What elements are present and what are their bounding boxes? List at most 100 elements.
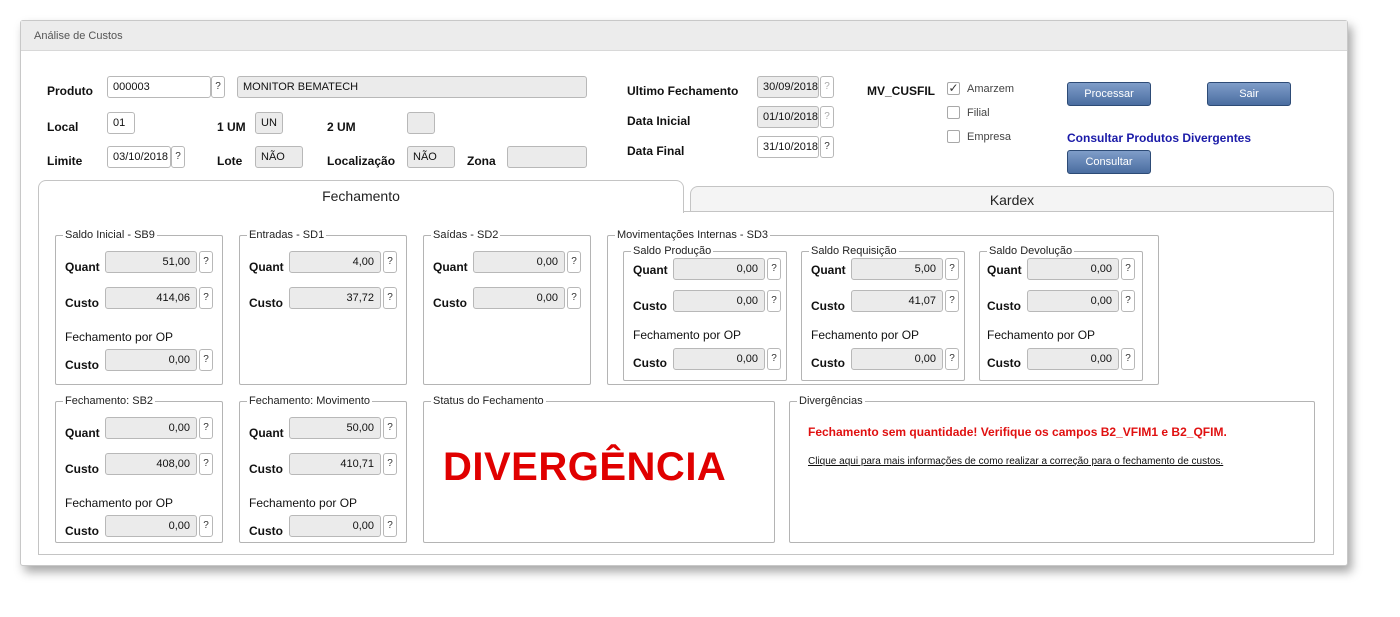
- custo-label: Custo: [811, 356, 845, 370]
- lote-label: Lote: [217, 154, 243, 168]
- fechamento-op-label: Fechamento por OP: [633, 328, 742, 342]
- quant-label: Quant: [249, 426, 284, 440]
- custo-label: Custo: [65, 524, 99, 538]
- saldo-inicial-custo-op-help[interactable]: ?: [199, 349, 213, 371]
- saidas-quant-help[interactable]: ?: [567, 251, 581, 273]
- devolucao-quant-help[interactable]: ?: [1121, 258, 1135, 280]
- devolucao-custo-help[interactable]: ?: [1121, 290, 1135, 312]
- fechamento-op-label: Fechamento por OP: [65, 330, 174, 344]
- local-label: Local: [47, 120, 79, 134]
- fechamento-op-label: Fechamento por OP: [249, 496, 358, 510]
- custo-label: Custo: [987, 299, 1021, 313]
- data-final-lookup-button[interactable]: ?: [820, 136, 834, 158]
- limite-field[interactable]: 03/10/2018: [107, 146, 171, 168]
- quant-label: Quant: [433, 260, 468, 274]
- custo-label: Custo: [633, 299, 667, 313]
- requisicao-custo-op-help[interactable]: ?: [945, 348, 959, 370]
- sair-button[interactable]: Sair: [1207, 82, 1291, 106]
- filial-checkbox[interactable]: [947, 106, 960, 119]
- fechamento-movimento-title: Fechamento: Movimento: [247, 395, 373, 407]
- localizacao-label: Localização: [327, 154, 396, 168]
- data-inicial-label: Data Inicial: [627, 114, 691, 128]
- fechamento-op-label: Fechamento por OP: [987, 328, 1096, 342]
- quant-label: Quant: [65, 260, 100, 274]
- saldo-producao-title: Saldo Produção: [631, 245, 714, 257]
- entradas-title: Entradas - SD1: [247, 229, 327, 241]
- movimento-custo-help[interactable]: ?: [383, 453, 397, 475]
- entradas-custo-help[interactable]: ?: [383, 287, 397, 309]
- saldo-producao-group: Saldo Produção Quant 0,00 ? Custo 0,00 ?…: [623, 245, 787, 381]
- consultar-button[interactable]: Consultar: [1067, 150, 1151, 174]
- localizacao-field: NÃO: [407, 146, 455, 168]
- ultimo-fechamento-lookup-button[interactable]: ?: [820, 76, 834, 98]
- devolucao-custo-op-help[interactable]: ?: [1121, 348, 1135, 370]
- entradas-quant-help[interactable]: ?: [383, 251, 397, 273]
- saldo-inicial-custo-help[interactable]: ?: [199, 287, 213, 309]
- entradas-custo-field: 37,72: [289, 287, 381, 309]
- processar-button[interactable]: Processar: [1067, 82, 1151, 106]
- saldo-requisicao-group: Saldo Requisição Quant 5,00 ? Custo 41,0…: [801, 245, 965, 381]
- empresa-checkbox[interactable]: [947, 130, 960, 143]
- um1-field: UN: [255, 112, 283, 134]
- custo-label: Custo: [633, 356, 667, 370]
- produto-label: Produto: [47, 84, 93, 98]
- um2-field: [407, 112, 435, 134]
- amarzem-checkbox[interactable]: ✓: [947, 82, 960, 95]
- saldo-inicial-custo-field: 414,06: [105, 287, 197, 309]
- zona-field: [507, 146, 587, 168]
- saldo-inicial-quant-help[interactable]: ?: [199, 251, 213, 273]
- producao-custo-op-help[interactable]: ?: [767, 348, 781, 370]
- zona-label: Zona: [467, 154, 496, 168]
- producao-custo-help[interactable]: ?: [767, 290, 781, 312]
- quant-label: Quant: [65, 426, 100, 440]
- movimento-quant-field: 50,00: [289, 417, 381, 439]
- saidas-custo-help[interactable]: ?: [567, 287, 581, 309]
- ultimo-fechamento-field: 30/09/2018: [757, 76, 819, 98]
- data-inicial-field: 01/10/2018: [757, 106, 819, 128]
- saldo-inicial-title: Saldo Inicial - SB9: [63, 229, 157, 241]
- tab-kardex[interactable]: Kardex: [690, 186, 1334, 212]
- requisicao-custo-field: 41,07: [851, 290, 943, 312]
- local-field[interactable]: 01: [107, 112, 135, 134]
- requisicao-custo-help[interactable]: ?: [945, 290, 959, 312]
- correction-help-link[interactable]: Clique aqui para mais informações de com…: [808, 456, 1223, 467]
- requisicao-quant-field: 5,00: [851, 258, 943, 280]
- produto-lookup-button[interactable]: ?: [211, 76, 225, 98]
- fechamento-sb2-group: Fechamento: SB2 Quant 0,00 ? Custo 408,0…: [55, 395, 223, 543]
- sb2-custo-op-help[interactable]: ?: [199, 515, 213, 537]
- quant-label: Quant: [811, 263, 846, 277]
- entradas-group: Entradas - SD1 Quant 4,00 ? Custo 37,72 …: [239, 229, 407, 385]
- produto-description-field: MONITOR BEMATECH: [237, 76, 587, 98]
- sb2-custo-field: 408,00: [105, 453, 197, 475]
- um1-label: 1 UM: [217, 120, 246, 134]
- tab-fechamento[interactable]: Fechamento: [38, 180, 684, 213]
- entradas-quant-field: 4,00: [289, 251, 381, 273]
- movimento-quant-help[interactable]: ?: [383, 417, 397, 439]
- sb2-custo-help[interactable]: ?: [199, 453, 213, 475]
- data-final-label: Data Final: [627, 144, 685, 158]
- custo-label: Custo: [65, 296, 99, 310]
- custo-label: Custo: [987, 356, 1021, 370]
- producao-quant-field: 0,00: [673, 258, 765, 280]
- um2-label: 2 UM: [327, 120, 356, 134]
- fechamento-sb2-title: Fechamento: SB2: [63, 395, 156, 407]
- movimento-custo-op-help[interactable]: ?: [383, 515, 397, 537]
- producao-quant-help[interactable]: ?: [767, 258, 781, 280]
- fechamento-movimento-group: Fechamento: Movimento Quant 50,00 ? Cust…: [239, 395, 407, 543]
- window-title: Análise de Custos: [21, 21, 1347, 51]
- saldo-inicial-group: Saldo Inicial - SB9 Quant 51,00 ? Custo …: [55, 229, 223, 385]
- devolucao-quant-field: 0,00: [1027, 258, 1119, 280]
- limite-lookup-button[interactable]: ?: [171, 146, 185, 168]
- fechamento-panel: Saldo Inicial - SB9 Quant 51,00 ? Custo …: [38, 211, 1334, 555]
- movimento-custo-op-field: 0,00: [289, 515, 381, 537]
- sb2-quant-help[interactable]: ?: [199, 417, 213, 439]
- produto-code-field[interactable]: 000003: [107, 76, 211, 98]
- status-fechamento-title: Status do Fechamento: [431, 395, 546, 407]
- filial-label: Filial: [967, 107, 990, 119]
- data-inicial-lookup-button[interactable]: ?: [820, 106, 834, 128]
- movimento-custo-field: 410,71: [289, 453, 381, 475]
- quant-label: Quant: [249, 260, 284, 274]
- requisicao-quant-help[interactable]: ?: [945, 258, 959, 280]
- data-final-field[interactable]: 31/10/2018: [757, 136, 819, 158]
- analise-custos-window: Análise de Custos Produto 000003 ? MONIT…: [20, 20, 1348, 566]
